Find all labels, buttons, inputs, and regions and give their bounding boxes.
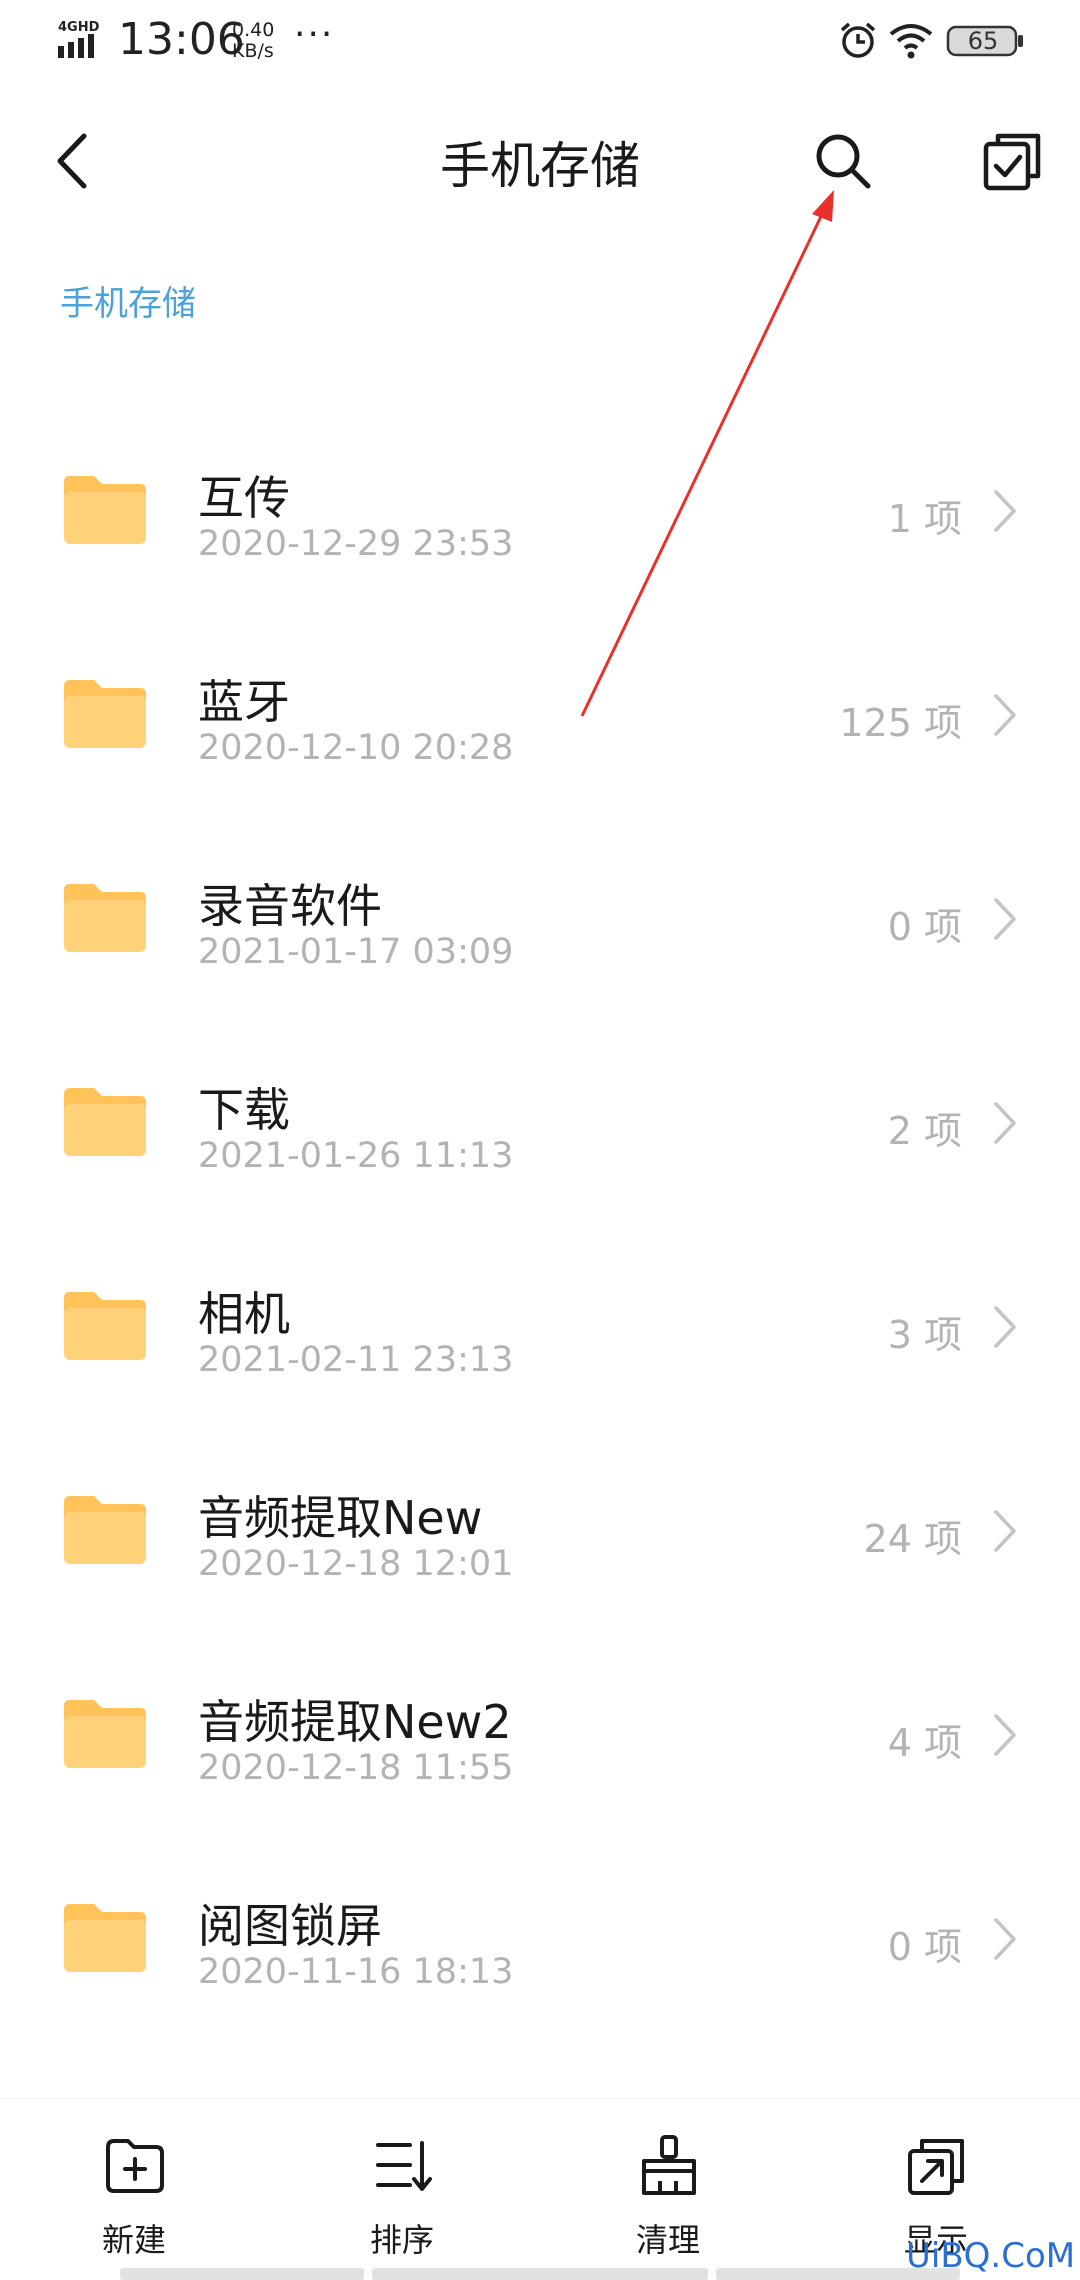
folder-name: 音频提取New2: [198, 1695, 512, 1749]
chevron-left-icon[interactable]: [44, 126, 104, 196]
folder-name: 蓝牙: [198, 675, 290, 729]
wifi-icon: [889, 24, 933, 59]
folder-modified-date: 2020-12-18 11:55: [198, 1748, 514, 1788]
folder-icon: [64, 680, 146, 748]
page-title: 手机存储: [440, 137, 640, 195]
breadcrumb[interactable]: 手机存储: [60, 276, 196, 325]
chevron-right-icon: [994, 1510, 1016, 1552]
watermark: UiBQ.CoM: [906, 2236, 1076, 2276]
chevron-right-icon: [994, 898, 1016, 940]
new-folder-label: 新建: [101, 2221, 166, 2259]
folder-name: 互传: [198, 471, 290, 525]
folder-item-count: 125 项: [839, 701, 962, 745]
title-bar: 手机存储: [0, 86, 1080, 236]
sort-icon: [376, 2141, 432, 2191]
status-time: 13:06: [118, 14, 245, 65]
folder-row[interactable]: 相机 2021-02-11 23:13 3 项: [0, 1234, 1080, 1438]
folder-name: 下载: [198, 1083, 290, 1137]
chevron-right-icon: [994, 1306, 1016, 1348]
folder-modified-date: 2021-01-17 03:09: [198, 932, 514, 972]
search-icon[interactable]: [810, 128, 876, 194]
speed-unit: KB/s: [232, 40, 274, 62]
battery-level: 65: [967, 27, 999, 55]
network-type-label: 4GHD: [58, 20, 100, 35]
more-notifications-indicator: ···: [294, 14, 335, 55]
folder-item-count: 0 项: [887, 905, 962, 949]
new-folder-button[interactable]: 新建: [54, 2135, 214, 2265]
folder-modified-date: 2021-02-11 23:13: [198, 1340, 514, 1380]
alarm-icon: [840, 22, 876, 58]
folder-name: 阅图锁屏: [198, 1899, 382, 1953]
folder-icon: [64, 1496, 146, 1564]
folder-row[interactable]: 互传 2020-12-29 23:53 1 项: [0, 418, 1080, 622]
folder-row[interactable]: 音频提取New 2020-12-18 12:01 24 项: [0, 1438, 1080, 1642]
multi-select-icon[interactable]: [980, 128, 1046, 194]
speed-value: 0.40: [232, 19, 275, 41]
folder-icon: [64, 1292, 146, 1360]
folder-modified-date: 2021-01-26 11:13: [198, 1136, 514, 1176]
folder-row[interactable]: 下载 2021-01-26 11:13 2 项: [0, 1030, 1080, 1234]
folder-modified-date: 2020-12-10 20:28: [198, 728, 514, 768]
folder-name: 音频提取New: [198, 1491, 483, 1545]
folder-modified-date: 2020-12-18 12:01: [198, 1544, 514, 1584]
folder-modified-date: 2020-12-29 23:53: [198, 524, 514, 564]
signal-icon: 4GHD: [58, 20, 100, 58]
chevron-right-icon: [994, 1102, 1016, 1144]
folder-icon: [64, 1088, 146, 1156]
status-bar: 4GHD 13:06 0.40 KB/s ··· 65: [0, 0, 1080, 86]
sort-button[interactable]: 排序: [322, 2135, 482, 2265]
folder-item-count: 1 项: [887, 497, 962, 541]
folder-icon: [64, 1904, 146, 1972]
network-speed: 0.40 KB/s: [232, 20, 292, 62]
folder-icon: [64, 476, 146, 544]
folder-modified-date: 2020-11-16 18:13: [198, 1952, 514, 1992]
folder-icon: [64, 1700, 146, 1768]
folder-item-count: 3 项: [887, 1313, 962, 1357]
folder-item-count: 2 项: [887, 1109, 962, 1153]
folder-icon: [64, 884, 146, 952]
nav-bar-segment: [120, 2268, 364, 2280]
folder-row[interactable]: 录音软件 2021-01-17 03:09 0 项: [0, 826, 1080, 1030]
chevron-right-icon: [994, 694, 1016, 736]
folder-item-count: 0 项: [887, 1925, 962, 1969]
folder-item-count: 24 项: [863, 1517, 962, 1561]
nav-bar-segment: [372, 2268, 708, 2280]
folder-name: 相机: [198, 1287, 290, 1341]
folder-name: 录音软件: [198, 879, 382, 933]
clean-label: 清理: [635, 2221, 700, 2259]
chevron-right-icon: [994, 490, 1016, 532]
folder-item-count: 4 项: [887, 1721, 962, 1765]
sort-label: 排序: [369, 2221, 434, 2259]
display-mode-icon: [908, 2139, 964, 2195]
clean-button[interactable]: 清理: [588, 2135, 748, 2265]
folder-row[interactable]: 音频提取New2 2020-12-18 11:55 4 项: [0, 1642, 1080, 1846]
folder-row[interactable]: 蓝牙 2020-12-10 20:28 125 项: [0, 622, 1080, 826]
chevron-right-icon: [994, 1714, 1016, 1756]
chevron-right-icon: [994, 1918, 1016, 1960]
broom-icon: [642, 2135, 696, 2195]
folder-row[interactable]: 阅图锁屏 2020-11-16 18:13 0 项: [0, 1846, 1080, 2050]
new-folder-icon: [106, 2139, 164, 2193]
